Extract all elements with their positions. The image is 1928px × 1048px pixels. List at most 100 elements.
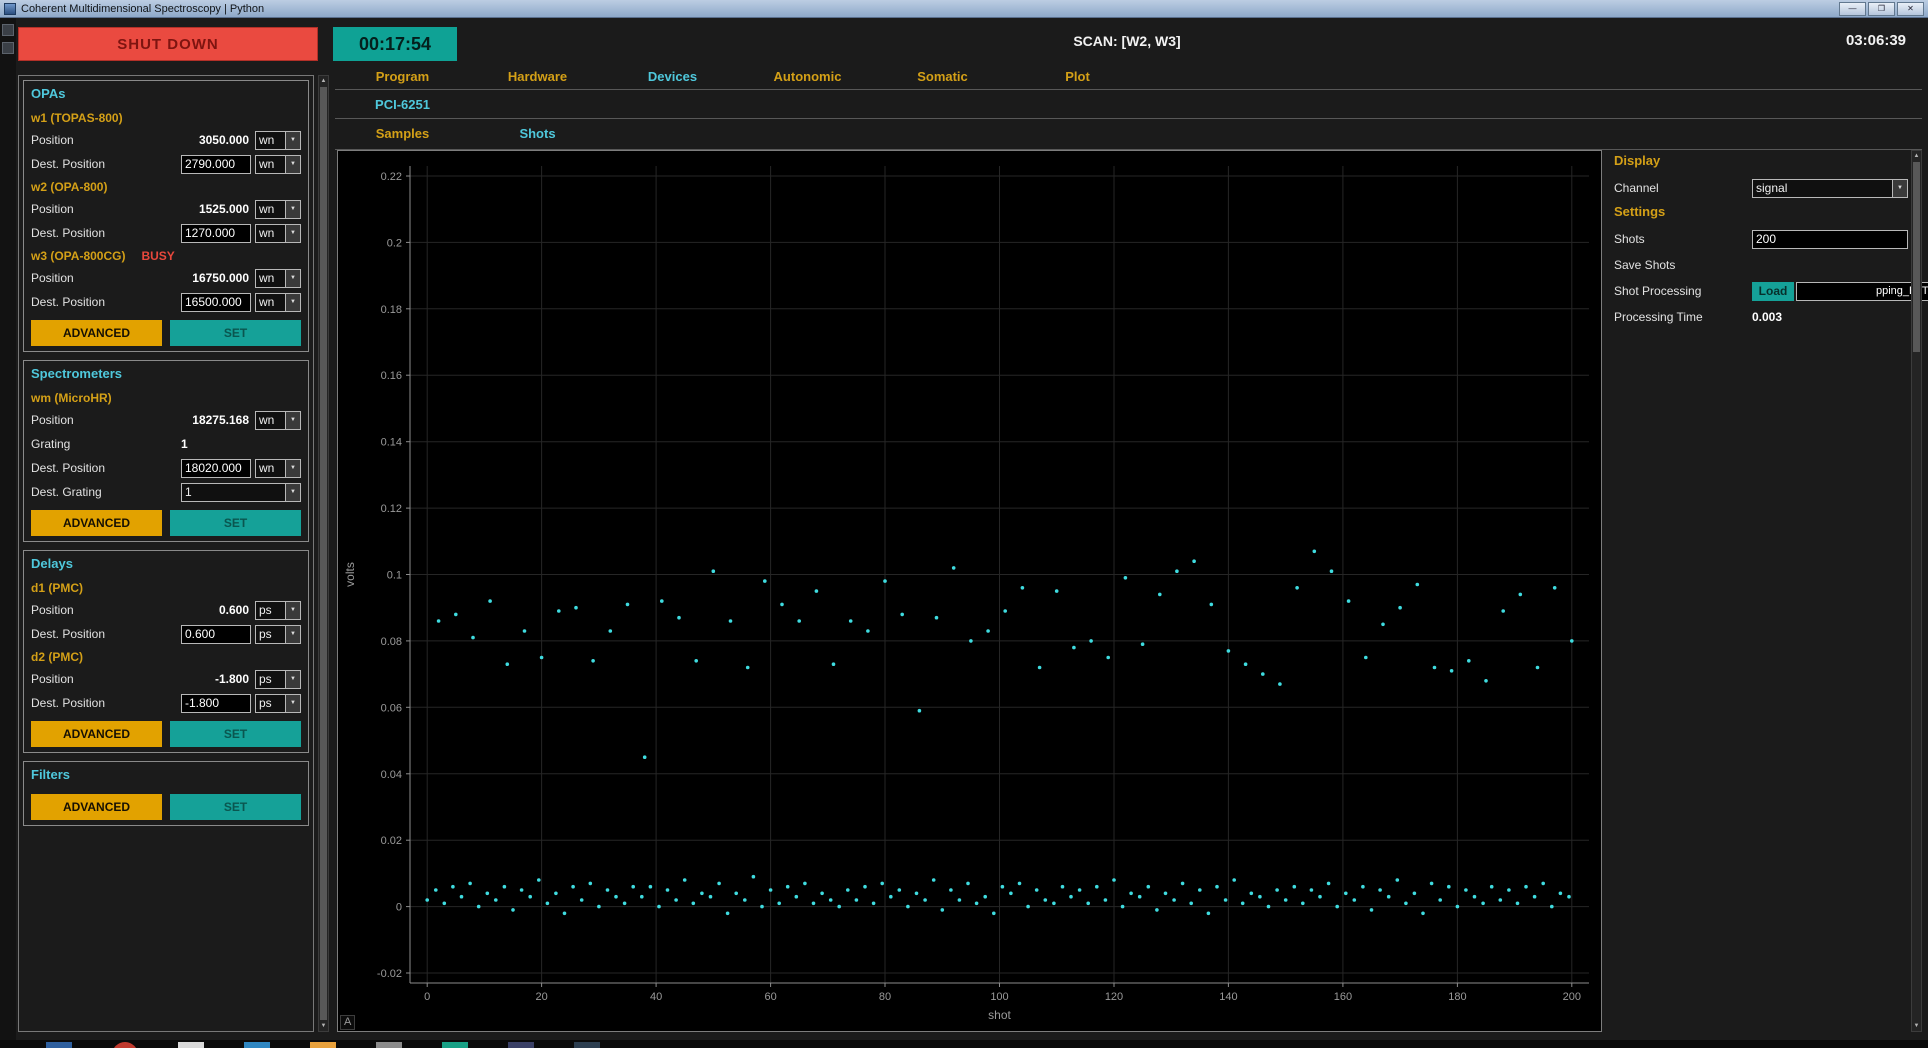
dropdown-arrow-icon: ▼ — [285, 412, 300, 429]
d2-dest-unit-select[interactable]: ps▼ — [255, 694, 301, 713]
w3-position-unit-select[interactable]: wn▼ — [255, 269, 301, 288]
d1-dest-unit-select[interactable]: ps▼ — [255, 625, 301, 644]
shutdown-button[interactable]: SHUT DOWN — [18, 27, 318, 61]
position-label: Position — [31, 133, 177, 147]
w2-dest-unit-select[interactable]: wn▼ — [255, 224, 301, 243]
scroll-up-icon[interactable]: ▲ — [319, 76, 328, 86]
svg-text:shot: shot — [988, 1008, 1011, 1022]
taskbar-icon[interactable] — [442, 1042, 468, 1048]
scroll-down-icon[interactable]: ▼ — [319, 1021, 328, 1031]
scroll-down-icon[interactable]: ▼ — [1912, 1021, 1921, 1031]
svg-text:40: 40 — [650, 991, 662, 1003]
delays-set-button[interactable]: SET — [170, 721, 301, 747]
processing-file-field[interactable] — [1796, 282, 1928, 301]
d2-dest-position-input[interactable] — [181, 694, 251, 713]
d2-position-unit-select[interactable]: ps▼ — [255, 670, 301, 689]
dropdown-arrow-icon: ▼ — [285, 695, 300, 712]
taskbar-icon[interactable] — [508, 1042, 534, 1048]
w2-name: w2 (OPA-800) — [31, 180, 107, 194]
svg-text:60: 60 — [764, 991, 776, 1003]
channel-select[interactable]: signal▼ — [1752, 179, 1908, 198]
wm-dest-row: Dest. Position wn▼ — [31, 456, 301, 480]
tab-program[interactable]: Program — [335, 64, 470, 89]
w1-dest-unit-select[interactable]: wn▼ — [255, 155, 301, 174]
opas-set-button[interactable]: SET — [170, 320, 301, 346]
svg-text:0: 0 — [396, 902, 402, 914]
w3-name: w3 (OPA-800CG) — [31, 249, 125, 263]
maximize-button[interactable]: ❐ — [1868, 2, 1895, 16]
taskbar-icon[interactable] — [376, 1042, 402, 1048]
wm-position-unit-select[interactable]: wn▼ — [255, 411, 301, 430]
elapsed-timer: 00:17:54 — [333, 27, 457, 61]
d2-position-value: -1.800 — [181, 672, 251, 686]
channel-row: Channel signal▼ — [1614, 175, 1908, 201]
dropdown-arrow-icon: ▼ — [285, 132, 300, 149]
shots-scatter-plot[interactable]: 0204060801001201401601802000.220.20.180.… — [338, 151, 1601, 1034]
d1-position-unit-select[interactable]: ps▼ — [255, 601, 301, 620]
w2-dest-position-input[interactable] — [181, 224, 251, 243]
dropdown-arrow-icon: ▼ — [285, 671, 300, 688]
tab-somatic[interactable]: Somatic — [875, 64, 1010, 89]
taskbar-icon[interactable] — [178, 1042, 204, 1048]
dropdown-arrow-icon: ▼ — [285, 602, 300, 619]
scrollbar-thumb[interactable] — [320, 87, 327, 1020]
wm-dest-grating-select[interactable]: 1▼ — [181, 483, 301, 502]
wm-grating-row: Grating 1 — [31, 432, 301, 456]
taskbar-icon[interactable] — [112, 1042, 138, 1048]
svg-text:0.14: 0.14 — [381, 437, 402, 449]
w1-dest-position-input[interactable] — [181, 155, 251, 174]
filters-advanced-button[interactable]: ADVANCED — [31, 794, 162, 820]
tab-devices[interactable]: Devices — [605, 64, 740, 89]
w2-position-unit-select[interactable]: wn▼ — [255, 200, 301, 219]
w2-dest-row: Dest. Position wn▼ — [31, 221, 301, 245]
taskbar-icon[interactable] — [46, 1042, 72, 1048]
tab-plot[interactable]: Plot — [1010, 64, 1145, 89]
scrollbar-thumb[interactable] — [1913, 162, 1920, 352]
svg-text:0.22: 0.22 — [381, 171, 402, 183]
minimize-button[interactable]: — — [1839, 2, 1866, 16]
dropdown-arrow-icon: ▼ — [285, 225, 300, 242]
tab-samples[interactable]: Samples — [335, 119, 470, 149]
wm-dest-position-input[interactable] — [181, 459, 251, 478]
d1-dest-position-input[interactable] — [181, 625, 251, 644]
w3-position-row: Position 16750.000 wn▼ — [31, 266, 301, 290]
main-window: SHUT DOWN 00:17:54 SCAN: [W2, W3] 03:06:… — [0, 18, 1928, 1040]
w3-dest-position-input[interactable] — [181, 293, 251, 312]
taskbar-icon[interactable] — [574, 1042, 600, 1048]
w1-position-unit-select[interactable]: wn▼ — [255, 131, 301, 150]
tab-autonomic[interactable]: Autonomic — [740, 64, 875, 89]
wm-dest-unit-select[interactable]: wn▼ — [255, 459, 301, 478]
opas-advanced-button[interactable]: ADVANCED — [31, 320, 162, 346]
taskbar-icon[interactable] — [244, 1042, 270, 1048]
taskbar-icon[interactable] — [310, 1042, 336, 1048]
w1-position-value: 3050.000 — [181, 133, 251, 147]
position-label: Position — [31, 672, 177, 686]
w3-dest-unit-select[interactable]: wn▼ — [255, 293, 301, 312]
close-button[interactable]: ✕ — [1897, 2, 1924, 16]
spectrometers-set-button[interactable]: SET — [170, 510, 301, 536]
w2-position-row: Position 1525.000 wn▼ — [31, 197, 301, 221]
sidebar-scrollbar[interactable]: ▲ ▼ — [318, 75, 329, 1032]
delays-panel: Delays d1 (PMC) Position 0.600 ps▼ Dest.… — [23, 550, 309, 753]
autoscale-button[interactable]: A — [340, 1015, 355, 1030]
windows-taskbar — [0, 1040, 1928, 1048]
wm-position-row: Position 18275.168 wn▼ — [31, 408, 301, 432]
w3-dest-row: Dest. Position wn▼ — [31, 290, 301, 314]
window-titlebar: Coherent Multidimensional Spectroscopy |… — [0, 0, 1928, 18]
main-scrollbar[interactable]: ▲ ▼ — [1911, 150, 1922, 1032]
main-nav: Program Hardware Devices Autonomic Somat… — [335, 64, 1922, 90]
tab-shots[interactable]: Shots — [470, 119, 605, 149]
delays-advanced-button[interactable]: ADVANCED — [31, 721, 162, 747]
filters-set-button[interactable]: SET — [170, 794, 301, 820]
load-script-button[interactable]: Load — [1752, 282, 1794, 301]
dropdown-arrow-icon: ▼ — [285, 484, 300, 501]
svg-text:0.2: 0.2 — [387, 237, 402, 249]
dest-position-label: Dest. Position — [31, 627, 177, 641]
tab-hardware[interactable]: Hardware — [470, 64, 605, 89]
processing-time-value: 0.003 — [1752, 310, 1908, 324]
spectrometers-advanced-button[interactable]: ADVANCED — [31, 510, 162, 536]
svg-text:0.08: 0.08 — [381, 636, 402, 648]
scroll-up-icon[interactable]: ▲ — [1912, 151, 1921, 161]
shots-input[interactable] — [1752, 230, 1908, 249]
tab-pci-6251[interactable]: PCI-6251 — [335, 90, 470, 118]
